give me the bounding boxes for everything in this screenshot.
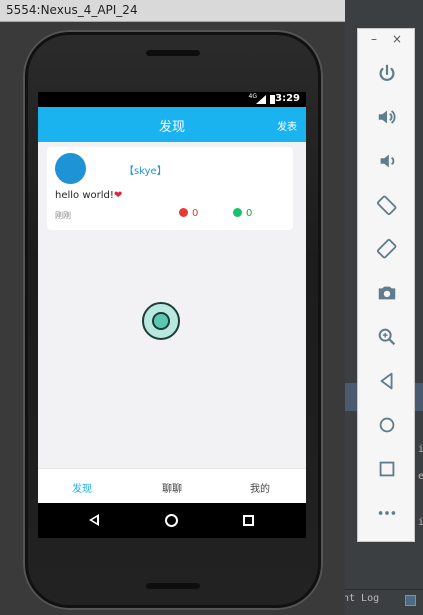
close-button[interactable]: × — [392, 32, 402, 46]
feed-content[interactable]: 【skye】 hello world!❤ 刚刚 0 0 — [38, 142, 306, 468]
post-message-text: hello world! — [55, 190, 114, 201]
ide-bottom-bar: nt Log — [343, 589, 423, 615]
back-icon[interactable] — [89, 514, 99, 526]
rotate-left-icon — [376, 195, 397, 216]
post-message: hello world!❤ — [55, 190, 122, 201]
event-log-tab[interactable]: nt Log — [343, 593, 379, 604]
post-card[interactable]: 【skye】 hello world!❤ 刚刚 0 0 — [47, 147, 293, 230]
volume-up-icon — [378, 110, 396, 124]
screenshot-button[interactable] — [358, 275, 416, 311]
page-title: 发现 — [158, 120, 185, 135]
rotate-right-button[interactable] — [358, 231, 416, 267]
avatar[interactable] — [55, 153, 86, 184]
navigation-bar — [38, 503, 306, 538]
like-count: 0 — [192, 208, 199, 219]
app-bar: 发现 发表 — [38, 107, 306, 142]
zoom-icon — [378, 328, 396, 346]
status-bar: 4G 3:29 — [38, 92, 306, 107]
touch-pointer-indicator — [142, 302, 180, 340]
comment-icon — [233, 208, 242, 217]
touch-pointer-center — [152, 312, 170, 330]
post-username[interactable]: 【skye】 — [124, 162, 167, 177]
signal-icon — [256, 95, 266, 104]
ide-text-fragment: is — [418, 444, 423, 455]
like-icon — [179, 208, 188, 217]
more-icon — [378, 511, 396, 515]
volume-up-button[interactable] — [358, 99, 416, 135]
emulator-toolbar: – × — [357, 28, 415, 542]
home-icon — [379, 417, 395, 433]
speaker-bottom — [146, 583, 200, 589]
home-button[interactable] — [358, 407, 416, 443]
phone-frame: 4G 3:29 发现 发表 【skye】 hello world!❤ 刚刚 0 — [23, 30, 323, 610]
ide-text-fragment: in — [418, 517, 423, 528]
publish-button[interactable]: 发表 — [277, 118, 297, 133]
home-icon[interactable] — [165, 514, 178, 527]
status-time: 3:29 — [275, 93, 300, 104]
bottom-tab-bar: 发现 聊聊 我的 — [38, 468, 306, 503]
power-icon — [379, 64, 395, 81]
back-icon — [380, 372, 393, 390]
power-button[interactable] — [358, 56, 416, 92]
volume-down-button[interactable] — [358, 143, 416, 179]
overview-icon — [379, 461, 395, 477]
tab-discover[interactable]: 发现 — [52, 480, 112, 495]
emulator-title: 5554:Nexus_4_API_24 — [6, 3, 138, 17]
recents-icon[interactable] — [243, 515, 254, 526]
like-button[interactable]: 0 — [179, 208, 198, 219]
tab-chat[interactable]: 聊聊 — [142, 480, 202, 495]
more-button[interactable] — [358, 495, 416, 531]
back-button[interactable] — [358, 363, 416, 399]
overview-button[interactable] — [358, 451, 416, 487]
comment-count: 0 — [246, 208, 253, 219]
phone-screen[interactable]: 4G 3:29 发现 发表 【skye】 hello world!❤ 刚刚 0 — [38, 92, 306, 538]
rotate-right-icon — [376, 238, 397, 259]
ide-text-fragment: ea — [418, 471, 423, 482]
event-log-icon[interactable] — [405, 595, 416, 606]
post-time: 刚刚 — [55, 211, 71, 220]
emulator-title-bar[interactable]: 5554:Nexus_4_API_24 — [0, 0, 345, 22]
rotate-left-button[interactable] — [358, 187, 416, 223]
comment-button[interactable]: 0 — [233, 208, 252, 219]
tab-me[interactable]: 我的 — [230, 480, 290, 495]
zoom-button[interactable] — [358, 319, 416, 355]
minimize-button[interactable]: – — [371, 32, 377, 46]
camera-icon — [378, 286, 396, 300]
heart-emoji-icon: ❤ — [113, 190, 123, 201]
speaker-top — [146, 50, 200, 56]
volume-down-icon — [380, 154, 395, 168]
